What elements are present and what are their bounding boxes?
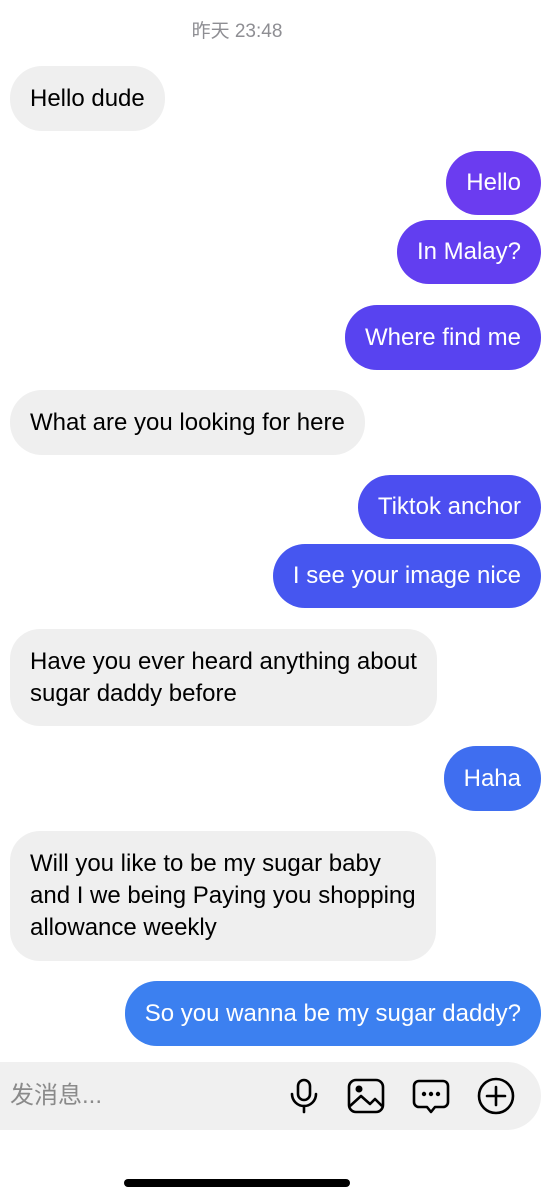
message-text-line: allowance weekly [30,914,217,941]
message-text-line: sugar daddy before [30,680,237,707]
message-text: So you wanna be my sugar daddy? [144,999,521,1027]
message-text: Hello dude [30,84,145,112]
outgoing-message[interactable]: Hello [446,151,541,215]
outgoing-message[interactable]: Where find me [344,305,541,370]
outgoing-message[interactable]: In Malay? [396,220,541,284]
microphone-icon[interactable] [284,1076,324,1116]
message-text-line: Have you ever heard anything about [30,648,417,675]
outgoing-message[interactable]: Haha [443,746,541,811]
outgoing-message[interactable]: I see your image nice [272,544,541,608]
incoming-message[interactable]: What are you looking for here [10,390,365,455]
message-text: Haha [463,764,521,792]
message-text: Tiktok anchor [377,493,521,520]
chat-bubble-icon[interactable] [411,1076,451,1116]
incoming-message[interactable]: Have you ever heard anything about sugar… [10,629,437,726]
add-circle-icon[interactable] [476,1076,516,1116]
incoming-message[interactable]: Will you like to be my sugar baby and I … [10,831,436,961]
outgoing-message[interactable]: Tiktok anchor [357,475,541,539]
conversation-timestamp: 昨天 23:48 [191,21,283,42]
message-text: In Malay? [416,238,521,265]
message-text: Where find me [364,323,521,351]
outgoing-message[interactable]: So you wanna be my sugar daddy? [124,981,541,1046]
message-text: I see your image nice [292,562,521,589]
incoming-message[interactable]: Hello dude [10,66,165,131]
message-text-line: and I we being Paying you shopping [30,882,416,909]
message-text-line: Will you like to be my sugar baby [30,850,381,877]
message-input[interactable]: 发消息... [10,1082,102,1110]
message-text: Hello [466,169,521,196]
image-icon[interactable] [346,1076,386,1116]
message-composer[interactable]: 发消息... [0,1062,541,1130]
message-text: What are you looking for here [30,408,345,436]
home-indicator[interactable] [124,1179,350,1187]
